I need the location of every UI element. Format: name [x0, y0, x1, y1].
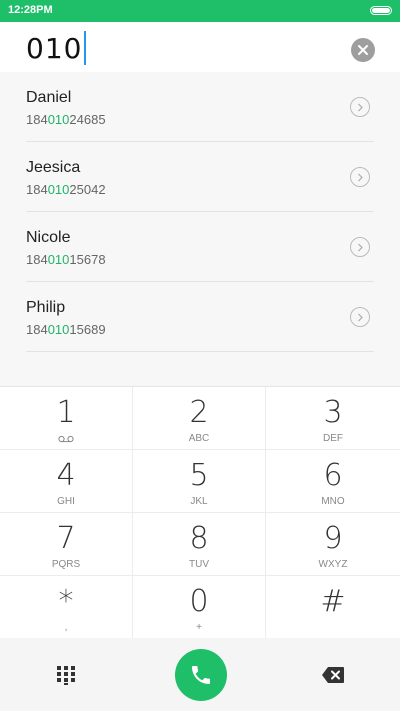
key-3[interactable]: 3 DEF [266, 387, 400, 450]
key-digit: 9 [323, 521, 343, 556]
dial-input-bar: 010 [0, 22, 400, 72]
contact-detail-button[interactable] [350, 307, 370, 327]
dial-keypad: 1 2 ABC 3 DEF 4 GHI 5 JKL 6 MNO 7 PQRS 8… [0, 386, 400, 639]
key-2[interactable]: 2 ABC [133, 387, 266, 450]
contact-item-jeesica[interactable]: Jeesica 18401025042 [0, 142, 400, 212]
divider [26, 351, 374, 352]
contact-name: Daniel [26, 89, 72, 106]
key-letters: GHI [57, 496, 75, 507]
key-star[interactable]: * , [0, 576, 133, 639]
contact-number: 18401015689 [26, 322, 106, 337]
chevron-right-icon [358, 103, 363, 112]
key-digit: 8 [189, 521, 209, 556]
key-4[interactable]: 4 GHI [0, 450, 133, 513]
key-digit: 6 [323, 458, 343, 493]
key-digit: 0 [189, 584, 209, 619]
dialpad-icon [57, 666, 75, 685]
contact-detail-button[interactable] [350, 167, 370, 187]
contact-number: 18401024685 [26, 112, 106, 127]
contact-number: 18401015678 [26, 252, 106, 267]
phone-icon [192, 666, 210, 684]
key-digit: 4 [56, 458, 76, 493]
key-letters: PQRS [51, 559, 81, 570]
clear-input-button[interactable] [351, 38, 375, 62]
close-icon [358, 45, 368, 55]
dial-input[interactable]: 010 [26, 31, 87, 67]
key-letters: WXYZ [318, 559, 348, 570]
call-button[interactable] [175, 649, 227, 701]
key-letters: JKL [190, 496, 208, 507]
status-time: 12:28PM [8, 4, 53, 16]
key-letters: ABC [188, 433, 210, 444]
key-digit: * [58, 584, 74, 619]
status-bar: 12:28PM [0, 0, 400, 22]
contact-detail-button[interactable] [350, 237, 370, 257]
key-digit: 7 [56, 521, 76, 556]
key-hash[interactable]: # [266, 576, 400, 639]
key-1[interactable]: 1 [0, 387, 133, 450]
key-5[interactable]: 5 JKL [133, 450, 266, 513]
key-letters: MNO [321, 496, 345, 507]
key-digit: 1 [56, 395, 76, 430]
key-6[interactable]: 6 MNO [266, 450, 400, 513]
contact-item-philip[interactable]: Philip 18401015689 [0, 282, 400, 352]
key-9[interactable]: 9 WXYZ [266, 513, 400, 576]
contact-suggestions-list: Daniel 18401024685 Jeesica 18401025042 N… [0, 72, 400, 386]
chevron-right-icon [358, 173, 363, 182]
contact-item-daniel[interactable]: Daniel 18401024685 [0, 72, 400, 142]
chevron-right-icon [358, 243, 363, 252]
contact-name: Jeesica [26, 159, 81, 176]
key-digit: 3 [323, 395, 343, 430]
key-digit: 2 [189, 395, 209, 430]
contact-name: Nicole [26, 229, 71, 246]
contact-item-nicole[interactable]: Nicole 18401015678 [0, 212, 400, 282]
key-letters: TUV [189, 559, 209, 570]
key-digit: 5 [189, 458, 209, 493]
key-letters: , [64, 622, 68, 633]
dialer-action-bar [0, 638, 400, 711]
dial-input-value: 010 [26, 32, 83, 65]
key-8[interactable]: 8 TUV [133, 513, 266, 576]
key-digit: # [320, 584, 346, 619]
contact-detail-button[interactable] [350, 97, 370, 117]
contact-name: Philip [26, 299, 66, 316]
text-cursor [84, 31, 87, 65]
contact-number: 18401025042 [26, 182, 106, 197]
backspace-button[interactable] [321, 666, 345, 684]
voicemail-icon [58, 435, 74, 443]
key-letters: + [196, 622, 202, 633]
backspace-icon [322, 667, 344, 683]
chevron-right-icon [358, 313, 363, 322]
battery-icon [370, 6, 392, 15]
key-letters: DEF [323, 433, 343, 444]
key-0[interactable]: 0 + [133, 576, 266, 639]
keypad-toggle-button[interactable] [56, 665, 76, 685]
key-7[interactable]: 7 PQRS [0, 513, 133, 576]
